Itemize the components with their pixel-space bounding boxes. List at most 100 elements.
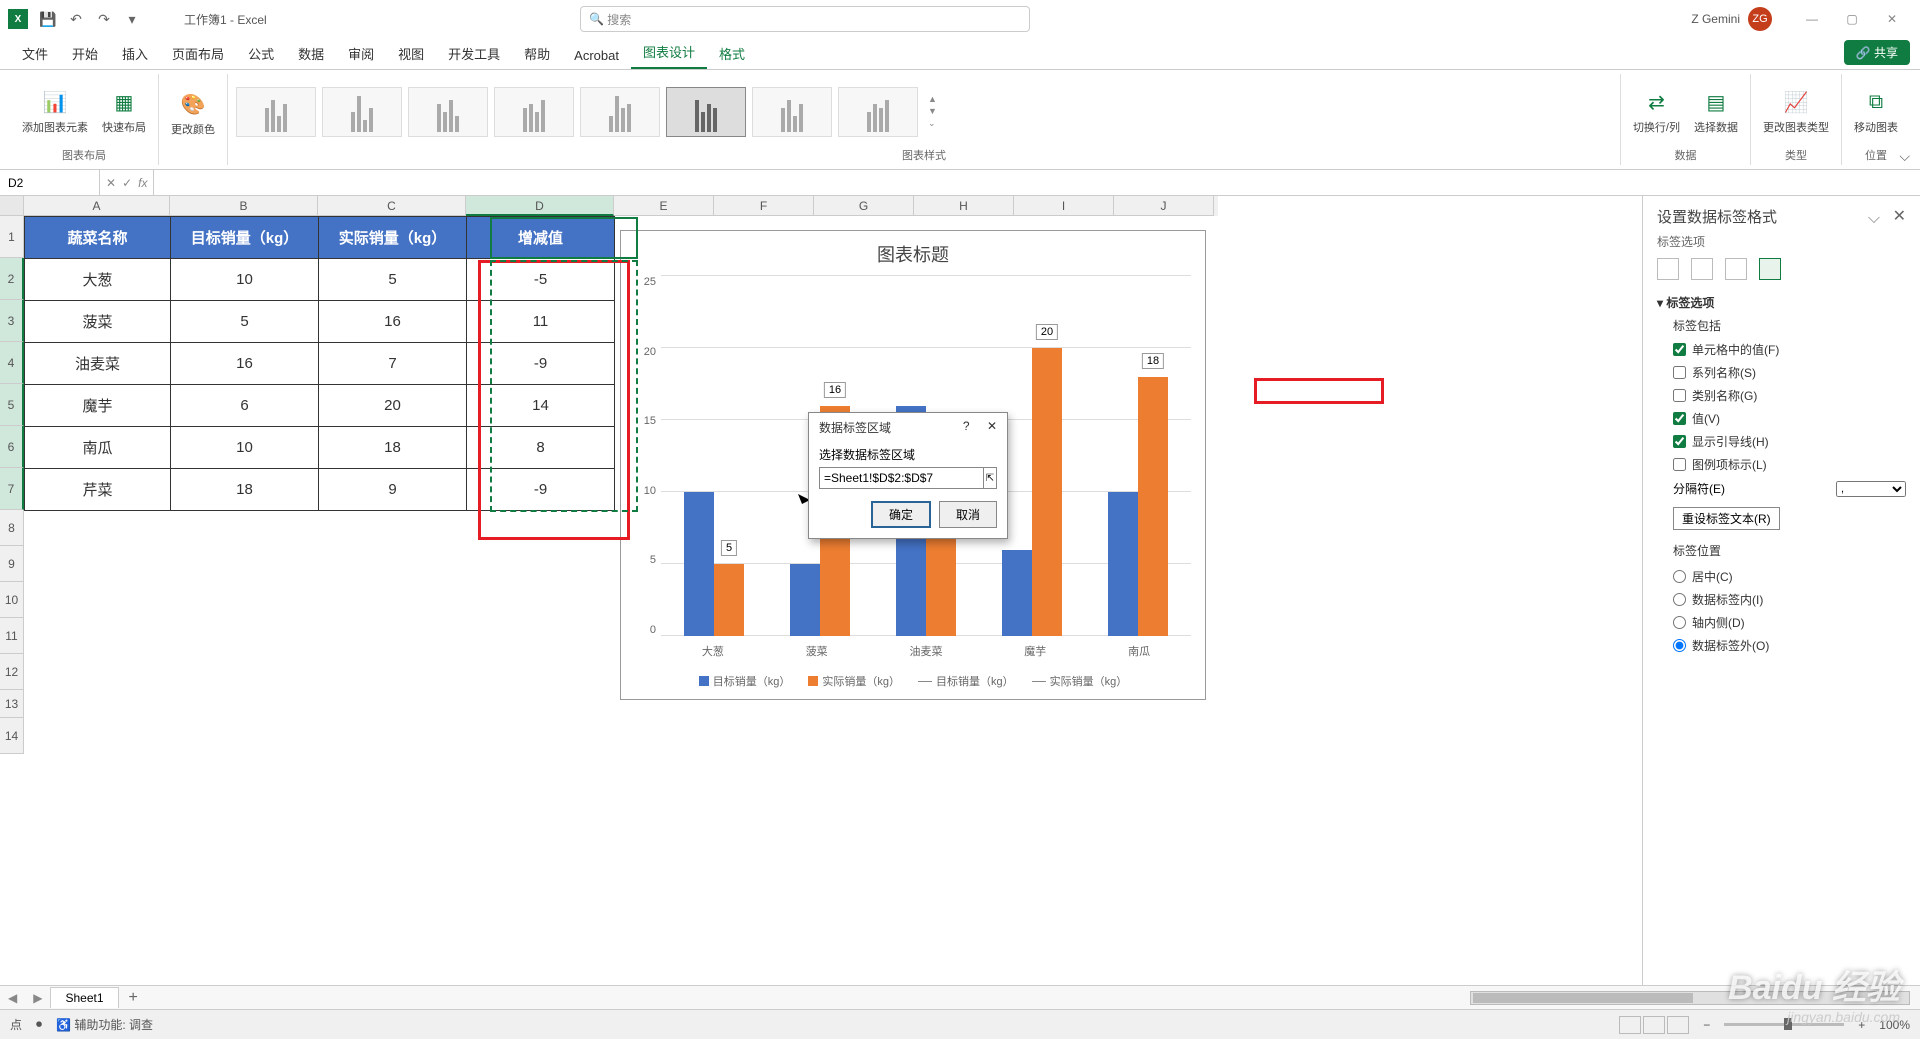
effects-icon[interactable] (1691, 258, 1713, 280)
chk-leader-lines[interactable]: 显示引导线(H) (1657, 430, 1906, 453)
maximize-icon[interactable]: ▢ (1832, 4, 1872, 34)
fx-icon[interactable]: fx (138, 176, 147, 190)
col-header-E[interactable]: E (614, 196, 714, 216)
col-header-C[interactable]: C (318, 196, 466, 216)
tab-pagelayout[interactable]: 页面布局 (160, 38, 236, 69)
undo-icon[interactable]: ↶ (64, 7, 88, 31)
row-header-2[interactable]: 2 (0, 258, 24, 300)
page-layout-view-icon[interactable] (1643, 1016, 1665, 1034)
rad-outside-end[interactable]: 数据标签外(O) (1657, 634, 1906, 657)
row-header-11[interactable]: 11 (0, 618, 24, 654)
normal-view-icon[interactable] (1619, 1016, 1641, 1034)
zoom-slider[interactable] (1724, 1023, 1844, 1026)
dialog-close-icon[interactable]: ✕ (987, 419, 997, 433)
col-header-G[interactable]: G (814, 196, 914, 216)
bar-实际销量（kg）[interactable] (926, 535, 956, 636)
rad-inside-base[interactable]: 轴内侧(D) (1657, 611, 1906, 634)
row-header-10[interactable]: 10 (0, 582, 24, 618)
pane-options-icon[interactable]: ⌵ (1868, 210, 1880, 228)
horizontal-scrollbar[interactable] (1470, 991, 1910, 1005)
row-header-12[interactable]: 12 (0, 654, 24, 690)
add-sheet-icon[interactable]: + (119, 989, 148, 1007)
col-header-I[interactable]: I (1014, 196, 1114, 216)
change-colors-button[interactable]: 🎨更改颜色 (167, 87, 219, 141)
zoom-out-icon[interactable]: − (1703, 1018, 1710, 1032)
chart-style-6[interactable] (666, 87, 746, 137)
tab-devtools[interactable]: 开发工具 (436, 38, 512, 69)
bar-目标销量（kg）[interactable] (684, 492, 714, 636)
switch-rowcol-button[interactable]: ⇄切换行/列 (1629, 85, 1684, 139)
tab-home[interactable]: 开始 (60, 38, 110, 69)
legend-item[interactable]: 实际销量（kg） (1032, 673, 1128, 689)
move-chart-button[interactable]: ⧉移动图表 (1850, 85, 1902, 139)
enter-formula-icon[interactable]: ✓ (122, 176, 132, 190)
macro-record-icon[interactable]: ⏺ (36, 1017, 42, 1032)
name-box[interactable]: D2 (0, 170, 100, 195)
reset-label-text-button[interactable]: 重设标签文本(R) (1673, 507, 1780, 530)
share-button[interactable]: 🔗 共享 (1844, 40, 1910, 65)
col-header-H[interactable]: H (914, 196, 1014, 216)
chart-title[interactable]: 图表标题 (621, 241, 1205, 267)
bar-实际销量（kg）[interactable]: 5 (714, 564, 744, 636)
data-label[interactable]: 20 (1036, 324, 1058, 340)
row-header-5[interactable]: 5 (0, 384, 24, 426)
tab-formulas[interactable]: 公式 (236, 38, 286, 69)
col-header-B[interactable]: B (170, 196, 318, 216)
row-header-7[interactable]: 7 (0, 468, 24, 510)
tab-insert[interactable]: 插入 (110, 38, 160, 69)
chk-cell-value[interactable]: 单元格中的值(F) (1657, 338, 1906, 361)
tab-data[interactable]: 数据 (286, 38, 336, 69)
bar-实际销量（kg）[interactable]: 20 (1032, 348, 1062, 636)
styles-down-icon[interactable]: ▼ (928, 106, 937, 116)
tab-help[interactable]: 帮助 (512, 38, 562, 69)
data-label[interactable]: 16 (824, 382, 846, 398)
styles-up-icon[interactable]: ▲ (928, 94, 937, 104)
tab-review[interactable]: 审阅 (336, 38, 386, 69)
dialog-help-icon[interactable]: ? (963, 419, 970, 433)
row-header-1[interactable]: 1 (0, 216, 24, 258)
bar-目标销量（kg）[interactable] (1108, 492, 1138, 636)
tab-chartdesign[interactable]: 图表设计 (631, 36, 707, 69)
bar-实际销量（kg）[interactable]: 18 (1138, 377, 1168, 636)
tab-file[interactable]: 文件 (10, 38, 60, 69)
chart-style-8[interactable] (838, 87, 918, 137)
data-label[interactable]: 18 (1142, 353, 1164, 369)
rad-center[interactable]: 居中(C) (1657, 565, 1906, 588)
legend-item[interactable]: 实际销量（kg） (808, 673, 900, 689)
minimize-icon[interactable]: — (1792, 4, 1832, 34)
cancel-formula-icon[interactable]: ✕ (106, 176, 116, 190)
col-header-F[interactable]: F (714, 196, 814, 216)
size-props-icon[interactable] (1725, 258, 1747, 280)
bar-目标销量（kg）[interactable] (1002, 550, 1032, 636)
chart-style-5[interactable] (580, 87, 660, 137)
bar-目标销量（kg）[interactable] (790, 564, 820, 636)
qat-more-icon[interactable]: ▾ (120, 7, 144, 31)
accessibility-status[interactable]: ♿ 辅助功能: 调查 (56, 1016, 153, 1033)
close-icon[interactable]: ✕ (1872, 4, 1912, 34)
chk-category-name[interactable]: 类别名称(G) (1657, 384, 1906, 407)
range-input[interactable] (820, 468, 983, 488)
quick-layout-button[interactable]: ▦快速布局 (98, 85, 150, 139)
zoom-level[interactable]: 100% (1879, 1018, 1910, 1032)
row-header-13[interactable]: 13 (0, 690, 24, 718)
legend-item[interactable]: 目标销量（kg） (699, 673, 791, 689)
chart-style-1[interactable] (236, 87, 316, 137)
chart-style-2[interactable] (322, 87, 402, 137)
save-icon[interactable]: 💾 (36, 7, 60, 31)
section-label-options[interactable]: ▾ 标签选项 (1657, 294, 1906, 311)
chk-value[interactable]: 值(V) (1657, 407, 1906, 430)
cancel-button[interactable]: 取消 (939, 501, 997, 528)
sheet-nav-next-icon[interactable]: ▶ (25, 991, 50, 1005)
row-header-3[interactable]: 3 (0, 300, 24, 342)
pane-close-icon[interactable]: ✕ (1893, 206, 1906, 226)
redo-icon[interactable]: ↷ (92, 7, 116, 31)
tab-view[interactable]: 视图 (386, 38, 436, 69)
row-header-9[interactable]: 9 (0, 546, 24, 582)
row-header-6[interactable]: 6 (0, 426, 24, 468)
row-header-14[interactable]: 14 (0, 718, 24, 754)
tab-format[interactable]: 格式 (707, 38, 757, 69)
chart-style-4[interactable] (494, 87, 574, 137)
row-header-4[interactable]: 4 (0, 342, 24, 384)
page-break-view-icon[interactable] (1667, 1016, 1689, 1034)
chart-style-3[interactable] (408, 87, 488, 137)
